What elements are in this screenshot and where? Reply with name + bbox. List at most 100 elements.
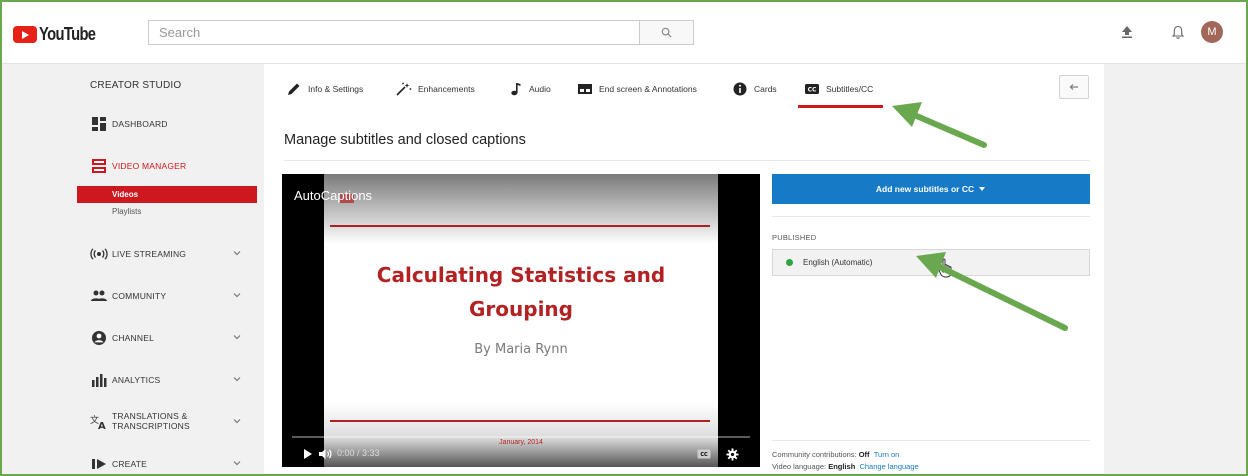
tab-subtitles[interactable]: CC Subtitles/CC [804, 78, 873, 100]
tab-label: End screen & Annotations [599, 84, 697, 94]
contrib-value: Off [858, 450, 870, 459]
published-status-dot [786, 259, 793, 266]
chevron-down-icon [233, 461, 241, 466]
search-input[interactable]: Search [148, 20, 640, 45]
closed-captions-icon: CC [697, 449, 711, 459]
sidebar-item-translations[interactable]: 文 A TRANSLATIONS & TRANSCRIPTIONS [77, 410, 257, 434]
chevron-down-icon [233, 377, 241, 382]
translate-icon: 文 A [90, 413, 108, 431]
video-language: Video language: English Change language [772, 462, 919, 471]
hand-cursor-icon [938, 258, 952, 278]
add-subtitles-button[interactable]: Add new subtitles or CC [772, 174, 1090, 204]
youtube-logo[interactable]: YouTube [13, 24, 108, 45]
tab-cards[interactable]: Cards [732, 78, 777, 100]
tab-end-screen[interactable]: End screen & Annotations [577, 78, 697, 100]
sidebar-item-live-streaming[interactable]: LIVE STREAMING [77, 242, 257, 266]
sidebar-item-label: COMMUNITY [112, 291, 167, 301]
tab-label: Cards [754, 84, 777, 94]
svg-text:CC: CC [700, 452, 708, 458]
published-heading: PUBLISHED [772, 233, 817, 242]
turn-on-link[interactable]: Turn on [874, 450, 900, 459]
chevron-down-icon [233, 293, 241, 298]
slide-author: By Maria Rynn [474, 342, 568, 357]
sidebar-item-video-manager[interactable]: VIDEO MANAGER [77, 154, 257, 178]
subtitle-track-name: English (Automatic) [803, 258, 873, 267]
caret-down-icon [979, 187, 986, 191]
sidebar-item-dashboard[interactable]: DASHBOARD [77, 112, 257, 136]
logo-text: YouTube [39, 24, 96, 44]
play-button[interactable] [300, 445, 316, 463]
video-frame-slide: Calculating Statistics and Grouping By M… [324, 174, 718, 467]
account-avatar[interactable]: M [1201, 21, 1223, 43]
notifications-button[interactable] [1168, 22, 1188, 42]
sidebar-subitem-videos[interactable]: Videos [77, 186, 257, 203]
closed-captions-icon: CC [804, 82, 820, 96]
page-title: Manage subtitles and closed captions [284, 132, 526, 148]
divider [284, 160, 1090, 161]
slide-title-line1: Calculating Statistics and [376, 263, 666, 287]
slide-title-line2: Grouping [469, 297, 573, 321]
tab-label: Subtitles/CC [826, 84, 874, 94]
language-label: Video language: [772, 462, 827, 471]
sidebar-title: CREATOR STUDIO [90, 80, 182, 91]
create-video-icon [90, 455, 108, 473]
sidebar-item-label: CHANNEL [112, 333, 155, 343]
music-note-icon [507, 82, 523, 96]
sidebar-item-label: VIDEO MANAGER [112, 161, 187, 171]
magic-wand-icon [396, 82, 412, 96]
tab-label: Audio [529, 84, 551, 94]
play-icon [304, 449, 312, 459]
tab-info-settings[interactable]: Info & Settings [286, 78, 363, 100]
sidebar-item-create[interactable]: CREATE [77, 452, 257, 476]
svg-text:A: A [98, 421, 106, 430]
video-progress-bar[interactable] [292, 436, 750, 438]
sidebar-item-label: LIVE STREAMING [112, 249, 187, 259]
tab-enhancements[interactable]: Enhancements [396, 78, 475, 100]
translations-label-line2: TRANSCRIPTIONS [112, 421, 190, 431]
live-streaming-icon [90, 245, 108, 263]
upload-button[interactable] [1117, 22, 1137, 42]
contrib-label: Community contributions: [772, 450, 857, 459]
sidebar-subitem-playlists[interactable]: Playlists [77, 203, 257, 220]
dashboard-icon [90, 115, 108, 133]
change-language-link[interactable]: Change language [859, 462, 918, 471]
back-arrow-icon [1069, 84, 1078, 90]
tab-audio[interactable]: Audio [507, 78, 551, 100]
back-button[interactable] [1059, 75, 1089, 99]
mute-button[interactable] [316, 445, 334, 463]
divider [772, 216, 1090, 217]
player-controls: 0:00 / 3:33 CC [282, 440, 760, 467]
add-subtitles-label: Add new subtitles or CC [875, 184, 975, 194]
settings-button[interactable] [723, 445, 741, 463]
slide-title: Calculating Statistics and Grouping [324, 258, 718, 326]
video-player[interactable]: Calculating Statistics and Grouping By M… [282, 174, 760, 467]
sidebar-item-channel[interactable]: CHANNEL [77, 326, 257, 350]
chevron-down-icon [233, 335, 241, 340]
divider [772, 440, 1090, 441]
sidebar-item-label: DASHBOARD [112, 119, 168, 129]
captions-toggle-button[interactable]: CC [696, 445, 712, 463]
volume-icon [319, 449, 332, 459]
search-button[interactable] [640, 20, 694, 45]
sidebar-item-analytics[interactable]: ANALYTICS [77, 368, 257, 392]
sidebar-item-label: TRANSLATIONS & TRANSCRIPTIONS [112, 411, 190, 431]
slide-rule [330, 420, 710, 422]
video-title[interactable]: AutoCaptions [294, 188, 372, 203]
play-logo-icon [13, 26, 37, 43]
analytics-bars-icon [90, 371, 108, 389]
community-contributions: Community contributions: Off Turn on [772, 450, 899, 459]
video-manager-icon [90, 157, 108, 175]
translations-label-line1: TRANSLATIONS & [112, 411, 188, 421]
gear-icon [725, 447, 739, 461]
active-tab-indicator [798, 105, 883, 108]
video-time: 0:00 / 3:33 [337, 448, 380, 458]
language-value: English [828, 462, 856, 471]
sidebar-item-community[interactable]: COMMUNITY [77, 284, 257, 308]
editor-tabs: Info & Settings Enhancements Audio End s… [264, 64, 1104, 112]
chevron-down-icon [233, 251, 241, 256]
svg-text:CC: CC [808, 87, 817, 94]
search-icon [661, 27, 672, 38]
info-icon [732, 82, 748, 96]
subtitle-track-row[interactable]: English (Automatic) [772, 249, 1090, 276]
community-icon [90, 287, 108, 305]
